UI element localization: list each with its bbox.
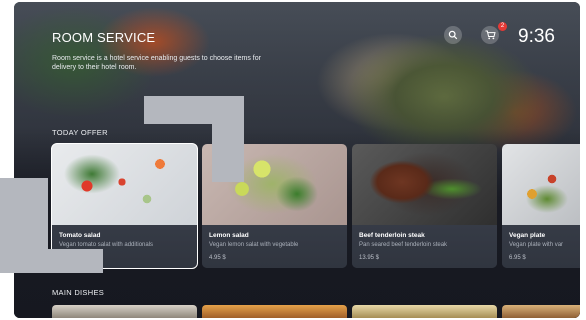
main-dish-card[interactable] bbox=[352, 305, 497, 318]
dish-photo bbox=[52, 144, 197, 225]
dish-price: 4.95 $ bbox=[209, 255, 226, 261]
main-dish-card[interactable] bbox=[202, 305, 347, 318]
section-title-today-offer: TODAY OFFER bbox=[52, 128, 108, 137]
dish-name: Lemon salad bbox=[209, 232, 249, 239]
dish-name: Beef tenderloin steak bbox=[359, 232, 425, 239]
section-title-main-dishes: MAIN DISHES bbox=[52, 288, 105, 297]
dish-photo bbox=[352, 144, 497, 225]
main-dish-card[interactable] bbox=[502, 305, 580, 318]
search-icon bbox=[448, 30, 458, 40]
search-button[interactable] bbox=[444, 26, 462, 44]
offer-card[interactable]: Beef tenderloin steak Pan seared beef te… bbox=[352, 144, 497, 268]
dish-price: 13.95 $ bbox=[359, 255, 380, 261]
dish-name: Vegan plate bbox=[509, 232, 546, 239]
page-description: Room service is a hotel service enabling… bbox=[52, 55, 261, 71]
main-dish-card[interactable] bbox=[52, 305, 197, 318]
overlay-block bbox=[0, 249, 103, 273]
page-title: ROOM SERVICE bbox=[52, 30, 156, 45]
dish-name: Tomato salad bbox=[59, 232, 101, 239]
dish-description: Vegan plate with var bbox=[509, 242, 564, 248]
cart-button[interactable] bbox=[481, 26, 499, 44]
dish-description: Vegan tomato salat with additionals bbox=[59, 242, 154, 248]
offer-card[interactable]: Vegan plate Vegan plate with var 6.95 $ bbox=[502, 144, 580, 268]
overlay-block bbox=[212, 96, 244, 182]
cart-icon bbox=[485, 30, 496, 40]
clock: 9:36 bbox=[518, 26, 555, 47]
cart-count-badge: 2 bbox=[498, 22, 507, 31]
dish-photo bbox=[502, 144, 580, 225]
dish-description: Pan seared beef tenderloin steak bbox=[359, 242, 448, 248]
dish-description: Vegan lemon salat with vegetable bbox=[209, 242, 299, 248]
dish-price: 6.95 $ bbox=[509, 255, 526, 261]
